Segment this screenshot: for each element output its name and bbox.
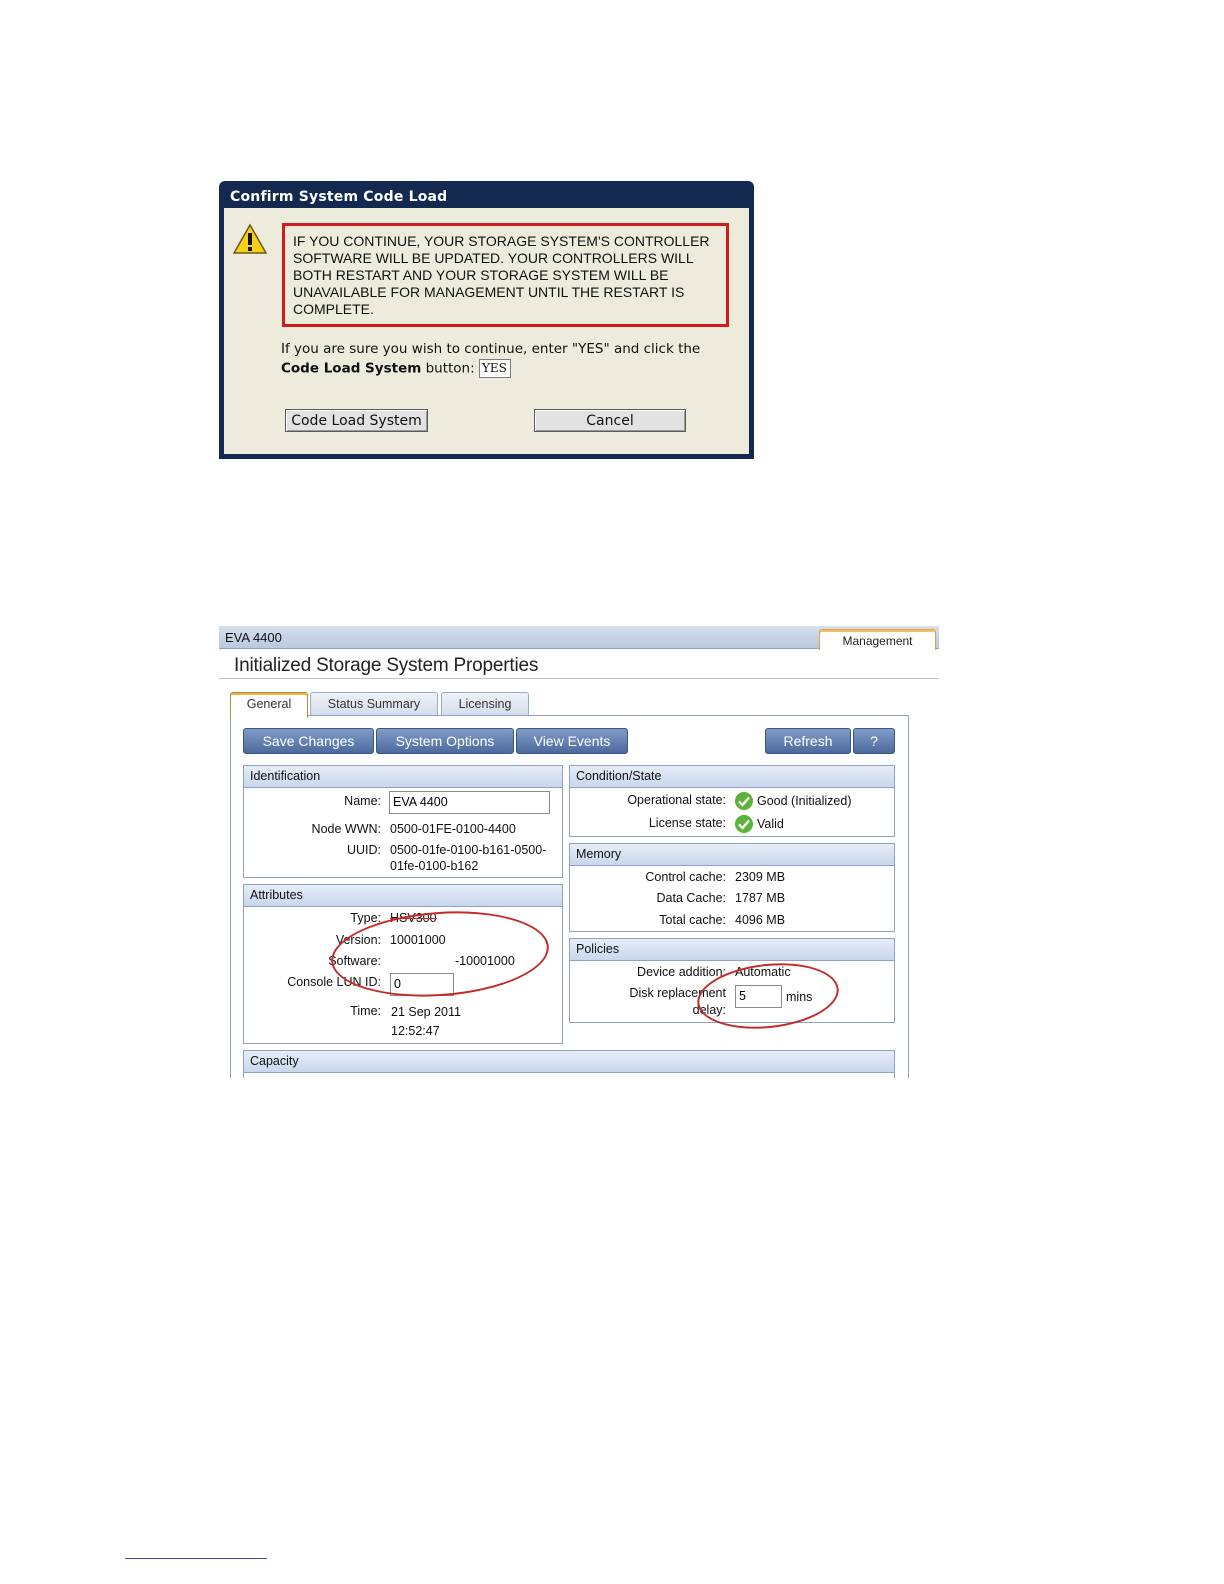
footnote-divider (125, 1558, 267, 1559)
refresh-button[interactable]: Refresh (765, 728, 851, 754)
cancel-button[interactable]: Cancel (534, 409, 686, 432)
operational-state-value: Good (Initialized) (757, 794, 852, 808)
page-title: Initialized Storage System Properties (234, 655, 539, 676)
license-state-value: Valid (757, 817, 784, 831)
total-cache-label: Total cache: (659, 913, 726, 927)
help-button[interactable]: ? (853, 728, 895, 754)
instruction-suffix: button: (421, 360, 475, 377)
type-label: Type: (350, 911, 381, 925)
operational-state-label: Operational state: (627, 793, 726, 807)
data-cache-label: Data Cache: (656, 891, 726, 905)
node-wwn-value: 0500-01FE-0100-4400 (390, 822, 516, 836)
check-circle-icon (735, 792, 753, 810)
uuid-value-line1: 0500-01fe-0100-b161-0500- (390, 843, 547, 857)
memory-header: Memory (570, 844, 894, 866)
condition-state-panel: Condition/State Operational state: Good … (569, 765, 895, 837)
time-label: Time: (350, 1004, 381, 1018)
device-addition-label: Device addition: (637, 965, 726, 979)
dialog-title: Confirm System Code Load (230, 189, 448, 205)
save-changes-button[interactable]: Save Changes (243, 728, 374, 754)
time-date: 21 Sep 2011 (391, 1005, 461, 1019)
system-options-button[interactable]: System Options (376, 728, 514, 754)
instruction-prefix: If you are sure you wish to continue, en… (281, 341, 701, 357)
general-tab-content: Save Changes System Options View Events … (230, 715, 909, 1078)
system-name-label: EVA 4400 (225, 630, 282, 645)
code-load-system-button[interactable]: Code Load System (285, 409, 428, 432)
storage-system-properties-window: EVA 4400 Management Initialized Storage … (219, 626, 939, 1078)
data-cache-value: 1787 MB (735, 891, 786, 905)
policies-header: Policies (570, 939, 894, 961)
uuid-label: UUID: (346, 843, 381, 857)
check-circle-icon (735, 815, 753, 833)
capacity-panel: Capacity (243, 1050, 895, 1078)
title-divider (219, 678, 939, 679)
name-label: Name: (344, 794, 381, 808)
window-top-bar: EVA 4400 Management (219, 626, 939, 650)
identification-panel: Identification Name: EVA 4400 Node WWN: … (243, 765, 563, 878)
capacity-header: Capacity (244, 1051, 894, 1073)
node-wwn-label: Node WWN: (311, 822, 381, 836)
warning-message-box: IF YOU CONTINUE, YOUR STORAGE SYSTEM'S C… (282, 223, 729, 327)
time-clock: 12:52:47 (391, 1024, 440, 1038)
attributes-header: Attributes (244, 885, 562, 907)
condition-state-header: Condition/State (570, 766, 894, 788)
uuid-value-line2: 01fe-0100-b162 (390, 859, 479, 873)
view-events-button[interactable]: View Events (516, 728, 628, 754)
tab-management[interactable]: Management (819, 629, 936, 650)
control-cache-value: 2309 MB (735, 870, 786, 884)
tab-general[interactable]: General (230, 692, 308, 718)
tab-status-summary[interactable]: Status Summary (310, 692, 438, 716)
license-state-label: License state: (648, 816, 726, 830)
warning-icon (233, 223, 267, 254)
dialog-body: IF YOU CONTINUE, YOUR STORAGE SYSTEM'S C… (224, 208, 749, 454)
confirm-code-load-dialog: Confirm System Code Load IF YOU CONTINUE… (219, 181, 754, 459)
instruction-text: If you are sure you wish to continue, en… (281, 340, 731, 379)
control-cache-label: Control cache: (645, 870, 726, 884)
total-cache-value: 4096 MB (735, 913, 786, 927)
memory-panel: Memory Control cache: 2309 MB Data Cache… (569, 843, 895, 932)
instruction-bold: Code Load System (281, 360, 422, 377)
tab-licensing[interactable]: Licensing (441, 692, 529, 716)
name-input[interactable]: EVA 4400 (389, 791, 550, 814)
identification-header: Identification (244, 766, 562, 788)
confirm-yes-input[interactable]: YES (478, 359, 511, 378)
